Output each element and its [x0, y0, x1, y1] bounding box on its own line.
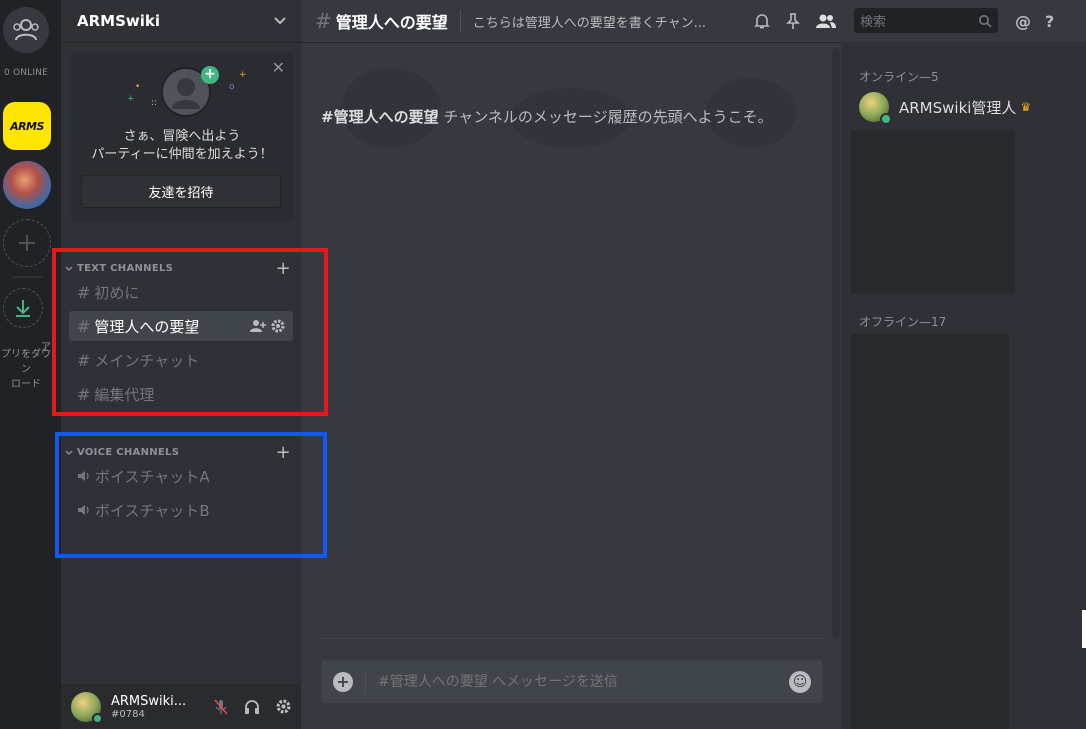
plus-icon [19, 235, 35, 251]
download-icon [16, 300, 30, 317]
guild-arms[interactable]: ARMS [3, 102, 51, 150]
invite-prompt: ✕ + • :: o + + さぁ、冒険へ出よう パーティーに仲間を加えよう！ … [71, 52, 293, 222]
add-friend-icon: + [201, 66, 219, 84]
message-input[interactable] [378, 673, 789, 690]
emoji-icon[interactable]: ☺ [789, 670, 811, 693]
welcome-channel: #管理人への要望 [321, 108, 439, 126]
welcome-message: #管理人への要望 チャンネルのメッセージ履歴の先頭へようこそ。 [321, 106, 773, 127]
bell-icon[interactable] [753, 12, 771, 30]
download-apps-label: ア プリをダウン ロード [1, 342, 51, 390]
close-icon[interactable]: ✕ [272, 58, 285, 77]
divider [321, 638, 823, 639]
member-list: オンライン—5 ARMSwiki管理人 ♛ オフライン—17 [841, 42, 1086, 729]
sparkle-icon: + [127, 94, 135, 104]
member-item[interactable]: ARMSwiki管理人 ♛ [859, 92, 1032, 125]
guild-character-server[interactable] [3, 161, 51, 209]
user-tag: #0784 [111, 708, 145, 720]
guild-separator [12, 276, 42, 278]
download-apps-button[interactable] [3, 288, 43, 328]
server-name: ARMSwiki [77, 12, 161, 30]
mentions-icon[interactable]: @ [1015, 12, 1031, 31]
message-composer: + ☺ [321, 660, 823, 703]
offline-members-header: オフライン—17 [859, 315, 947, 329]
hash-icon: # [315, 9, 332, 33]
avatar[interactable] [71, 691, 103, 724]
scrollbar[interactable] [832, 48, 840, 638]
invite-message: さぁ、冒険へ出よう パーティーに仲間を加えよう！ [91, 129, 273, 162]
help-icon[interactable]: ? [1045, 12, 1054, 31]
search-icon [979, 14, 992, 28]
online-status-icon [880, 113, 892, 125]
online-count: 0 ONLINE [3, 68, 49, 78]
channel-title: # 管理人への要望 [315, 9, 448, 33]
server-header[interactable]: ARMSwiki [61, 0, 301, 42]
redacted-members [851, 334, 1009, 729]
upload-plus-icon[interactable]: + [333, 671, 353, 692]
divider [365, 669, 366, 694]
invite-friends-button[interactable]: 友達を招待 [81, 175, 281, 208]
sparkle-icon: + [239, 70, 247, 80]
redacted-members [851, 130, 1015, 294]
welcome-text: チャンネルのメッセージ履歴の先頭へようこそ。 [438, 108, 773, 126]
pin-icon[interactable] [785, 12, 801, 30]
welcome-watermark-icon [341, 68, 796, 148]
friends-icon [13, 19, 39, 41]
chevron-down-icon [274, 17, 286, 25]
mute-mic-icon[interactable] [214, 699, 228, 715]
online-members-header: オンライン—5 [859, 70, 939, 84]
add-server-button[interactable] [3, 219, 51, 267]
chat-header: # 管理人への要望 こちらは管理人への要望を書くチャン... 検索 @ ? [301, 0, 1086, 42]
friends-home-button[interactable] [3, 7, 49, 53]
crown-icon: ♛ [1020, 100, 1032, 114]
members-icon[interactable] [815, 13, 837, 29]
headphones-icon[interactable] [244, 699, 260, 715]
text-channels-highlight [52, 248, 328, 416]
search-input[interactable]: 検索 [854, 8, 998, 33]
user-name: ARMSwiki... [111, 693, 187, 709]
divider [459, 10, 461, 32]
member-name: ARMSwiki管理人 [899, 98, 1017, 117]
search-placeholder: 検索 [860, 15, 887, 30]
sparkle-icon: :: [151, 98, 158, 108]
voice-channels-highlight [55, 432, 327, 558]
gear-icon[interactable] [276, 699, 291, 714]
user-panel: ARMSwiki... #0784 [61, 684, 301, 729]
sparkle-icon: o [229, 82, 235, 92]
sparkle-icon: • [135, 82, 141, 92]
channel-topic[interactable]: こちらは管理人への要望を書くチャン... [473, 12, 727, 31]
online-status-icon [92, 712, 103, 724]
edge-marker [1082, 610, 1086, 648]
avatar [859, 92, 892, 125]
